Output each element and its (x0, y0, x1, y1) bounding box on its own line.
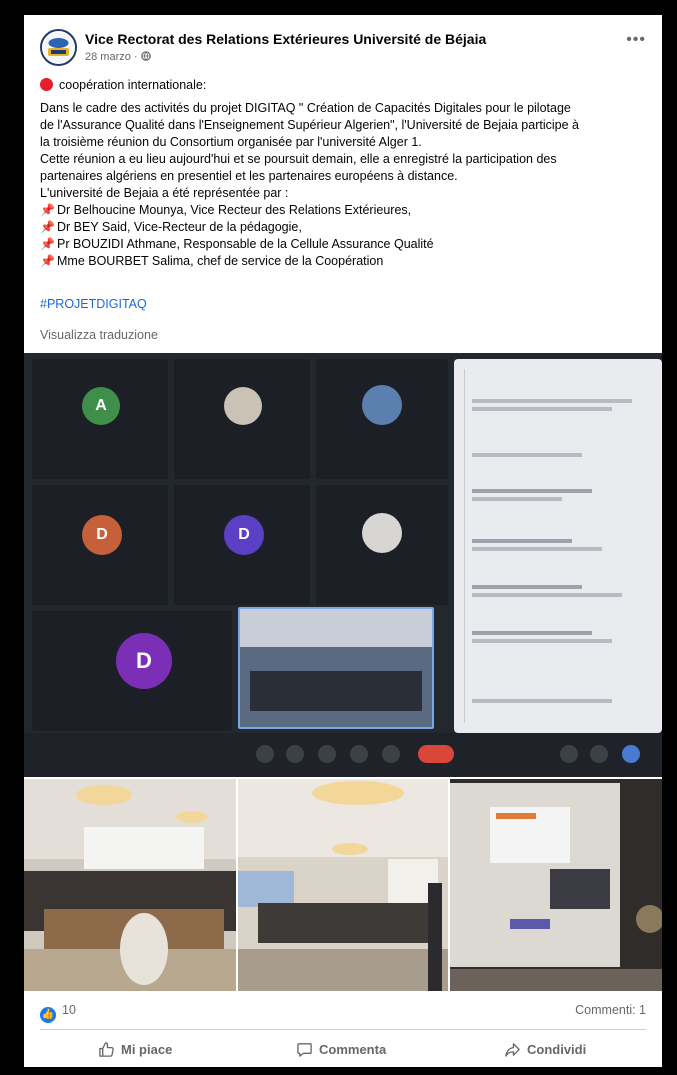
chat-message-blur (472, 585, 582, 589)
info-icon (560, 745, 578, 763)
paragraph-line: Dans le cadre des activités du projet DI… (40, 101, 571, 115)
pushpin-icon: 📌 (40, 220, 55, 234)
reaction-stats: 👍 10 Commenti: 1 (40, 1003, 646, 1023)
chat-divider (464, 369, 465, 723)
hand-icon (318, 745, 336, 763)
participant-photo (224, 387, 262, 425)
post-photo-meeting-3[interactable] (450, 779, 662, 991)
participant-photo (362, 513, 402, 553)
paragraph-line: Cette réunion a eu lieu aujourd'hui et s… (40, 152, 557, 166)
thumbs-up-outline-icon (99, 1041, 114, 1057)
chat-message-blur (472, 539, 572, 543)
call-controls (24, 733, 662, 777)
video-tile: D (174, 485, 310, 605)
representative-line: 📌 Dr Belhoucine Mounya, Vice Recteur des … (40, 202, 650, 219)
video-tile-room (238, 607, 434, 729)
video-tile: D (32, 611, 232, 731)
post-date[interactable]: 28 marzo (85, 51, 131, 63)
post-photo-meeting-2[interactable] (238, 779, 448, 991)
video-tile (316, 359, 448, 479)
paragraph-line: L'université de Bejaia a été représentée… (40, 186, 289, 200)
video-tile: A (32, 359, 168, 479)
representative-line: 📌 Dr BEY Said, Vice-Recteur de la pédagog… (40, 219, 650, 236)
mic-icon (256, 745, 274, 763)
people-icon (590, 745, 608, 763)
pushpin-icon: 📌 (40, 254, 55, 268)
participant-initial: A (82, 387, 120, 425)
ellipsis-icon[interactable]: ••• (626, 31, 646, 49)
red-circle-icon (40, 78, 53, 91)
video-tile (174, 359, 310, 479)
paragraph-line: la troisième réunion du Consortium organ… (40, 135, 422, 149)
post-header: Vice Rectorat des Relations Extérieures … (40, 29, 646, 69)
share-arrow-icon (505, 1042, 520, 1057)
representative-name: Mme BOURBET Salima, chef de service de l… (57, 254, 384, 268)
pushpin-icon: 📌 (40, 237, 55, 251)
action-bar: Mi piace Commenta Condividi (40, 1035, 646, 1063)
comment-button[interactable]: Commenta (296, 1035, 386, 1063)
post-photo-meeting-1[interactable] (24, 779, 236, 991)
video-tile: D (32, 485, 168, 605)
more-options-icon (382, 745, 400, 763)
representative-line: 📌 Pr BOUZIDI Athmane, Responsable de la C… (40, 236, 650, 253)
room-wall (240, 609, 432, 647)
participant-initial: D (82, 515, 122, 555)
chat-message-blur (472, 547, 602, 551)
like-label: Mi piace (121, 1041, 173, 1057)
hashtag-link[interactable]: #PROJETDIGITAQ (40, 297, 147, 311)
see-translation-link[interactable]: Visualizza traduzione (40, 328, 158, 342)
chat-message-blur (472, 407, 612, 411)
representative-line: 📌 Mme BOURBET Salima, chef de service de … (40, 253, 650, 270)
post-text: coopération internationale: Dans le cadr… (40, 77, 650, 270)
share-label: Condividi (527, 1041, 587, 1057)
thumbs-up-icon: 👍 (40, 1007, 56, 1023)
category-label: coopération internationale: (59, 78, 207, 92)
room-people (250, 671, 422, 711)
chat-message-blur (472, 593, 622, 597)
chat-message-blur (472, 399, 632, 403)
meeting-photo-3 (450, 779, 662, 991)
paragraph-line: de l'Assurance Qualité dans l'Enseigneme… (40, 118, 579, 132)
representative-name: Pr BOUZIDI Athmane, Responsable de la Ce… (57, 237, 434, 251)
chat-message-blur (472, 631, 592, 635)
comment-label: Commenta (319, 1041, 387, 1057)
paragraph-line: partenaires algériens en presentiel et l… (40, 169, 458, 183)
chat-input-blur (472, 699, 612, 703)
meta-separator: · (133, 51, 138, 63)
page-avatar[interactable] (40, 29, 77, 66)
category-line: coopération internationale: (40, 77, 650, 94)
end-call-icon (418, 745, 454, 763)
avatar-logo (43, 32, 74, 63)
video-tile (316, 485, 448, 605)
meeting-photo-2 (238, 779, 448, 991)
page-name[interactable]: Vice Rectorat des Relations Extérieures … (85, 31, 486, 47)
share-button[interactable]: Condividi (504, 1035, 586, 1063)
post-photo-video-call[interactable]: A D D D (24, 353, 662, 777)
chat-panel (454, 359, 662, 733)
chat-message-blur (472, 497, 562, 501)
pushpin-icon: 📌 (40, 203, 55, 217)
camera-icon (286, 745, 304, 763)
participant-photo (362, 385, 402, 425)
meeting-photo-1 (24, 779, 236, 991)
participant-initial: D (116, 633, 172, 689)
representative-name: Dr BEY Said, Vice-Recteur de la pédagogi… (57, 220, 302, 234)
post-meta: 28 marzo · (85, 51, 151, 63)
chat-icon (622, 745, 640, 763)
post-card: Vice Rectorat des Relations Extérieures … (24, 15, 662, 1067)
representative-name: Dr Belhoucine Mounya, Vice Recteur des R… (57, 203, 412, 217)
chat-message-blur (472, 639, 612, 643)
participant-initial: D (224, 515, 264, 555)
globe-icon (140, 51, 151, 61)
screen-share-icon (350, 745, 368, 763)
like-button[interactable]: Mi piace (98, 1035, 172, 1063)
speech-bubble-icon (297, 1042, 312, 1057)
comment-count[interactable]: Commenti: 1 (575, 1003, 646, 1017)
divider (40, 1029, 646, 1030)
like-count[interactable]: 10 (62, 1003, 76, 1017)
chat-message-blur (472, 489, 592, 493)
chat-message-blur (472, 453, 582, 457)
